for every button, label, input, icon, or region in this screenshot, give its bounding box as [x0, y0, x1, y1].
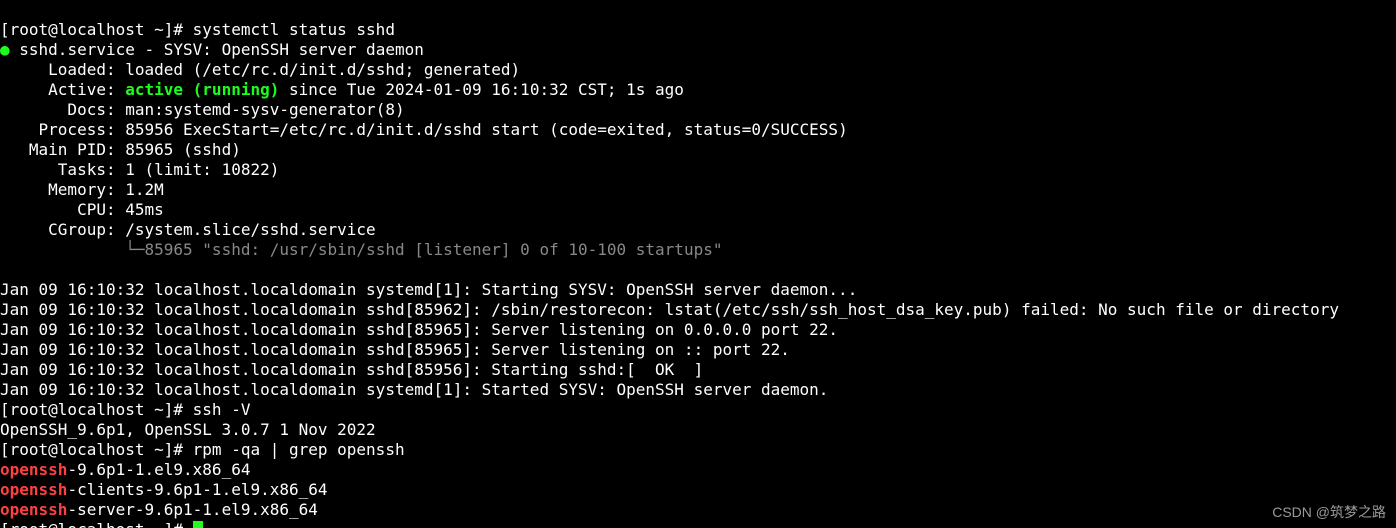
- terminal-output[interactable]: [root@localhost ~]# systemctl status ssh…: [0, 0, 1396, 528]
- ssh-version-line: OpenSSH_9.6p1, OpenSSL 3.0.7 1 Nov 2022: [0, 420, 376, 439]
- status-cgroup-tree-line: └─85965 "sshd: /usr/sbin/sshd [listener]…: [0, 240, 722, 259]
- prompt-prefix: [root@localhost ~]#: [0, 20, 193, 39]
- status-cgroup-line: CGroup: /system.slice/sshd.service: [0, 220, 376, 239]
- prompt-prefix: [root@localhost ~]#: [0, 520, 193, 528]
- blank-line: [0, 260, 10, 279]
- prompt-line: [root@localhost ~]# rpm -qa | grep opens…: [0, 440, 405, 459]
- status-service-line: ● sshd.service - SYSV: OpenSSH server da…: [0, 40, 424, 59]
- status-cpu-line: CPU: 45ms: [0, 200, 164, 219]
- log-line: Jan 09 16:10:32 localhost.localdomain ss…: [0, 320, 838, 339]
- log-line: Jan 09 16:10:32 localhost.localdomain ss…: [0, 360, 703, 379]
- grep-match: openssh: [0, 480, 67, 499]
- prompt-line: [root@localhost ~]# systemctl status ssh…: [0, 20, 395, 39]
- log-line: Jan 09 16:10:32 localhost.localdomain ss…: [0, 300, 1339, 319]
- status-process-line: Process: 85956 ExecStart=/etc/rc.d/init.…: [0, 120, 848, 139]
- grep-match: openssh: [0, 500, 67, 519]
- status-docs-line: Docs: man:systemd-sysv-generator(8): [0, 100, 405, 119]
- active-status: active (running): [125, 80, 279, 99]
- status-loaded-line: Loaded: loaded (/etc/rc.d/init.d/sshd; g…: [0, 60, 520, 79]
- status-memory-line: Memory: 1.2M: [0, 180, 164, 199]
- status-mainpid-line: Main PID: 85965 (sshd): [0, 140, 241, 159]
- watermark-text: CSDN @筑梦之路: [1272, 502, 1386, 522]
- grep-match: openssh: [0, 460, 67, 479]
- rpm-result-line: openssh-clients-9.6p1-1.el9.x86_64: [0, 480, 328, 499]
- rpm-result-line: openssh-server-9.6p1-1.el9.x86_64: [0, 500, 318, 519]
- prompt-prefix: [root@localhost ~]#: [0, 440, 193, 459]
- prompt-line: [root@localhost ~]# ssh -V: [0, 400, 250, 419]
- log-line: Jan 09 16:10:32 localhost.localdomain sy…: [0, 280, 857, 299]
- command-text: systemctl status sshd: [193, 20, 395, 39]
- status-dot-icon: ●: [0, 40, 10, 59]
- prompt-prefix: [root@localhost ~]#: [0, 400, 193, 419]
- rpm-result-line: openssh-9.6p1-1.el9.x86_64: [0, 460, 250, 479]
- status-tasks-line: Tasks: 1 (limit: 10822): [0, 160, 279, 179]
- command-text: rpm -qa | grep openssh: [193, 440, 405, 459]
- log-line: Jan 09 16:10:32 localhost.localdomain ss…: [0, 340, 790, 359]
- cursor-icon: [193, 521, 203, 528]
- log-line: Jan 09 16:10:32 localhost.localdomain sy…: [0, 380, 828, 399]
- command-text: ssh -V: [193, 400, 251, 419]
- status-active-line: Active: active (running) since Tue 2024-…: [0, 80, 684, 99]
- prompt-line: [root@localhost ~]#: [0, 520, 203, 528]
